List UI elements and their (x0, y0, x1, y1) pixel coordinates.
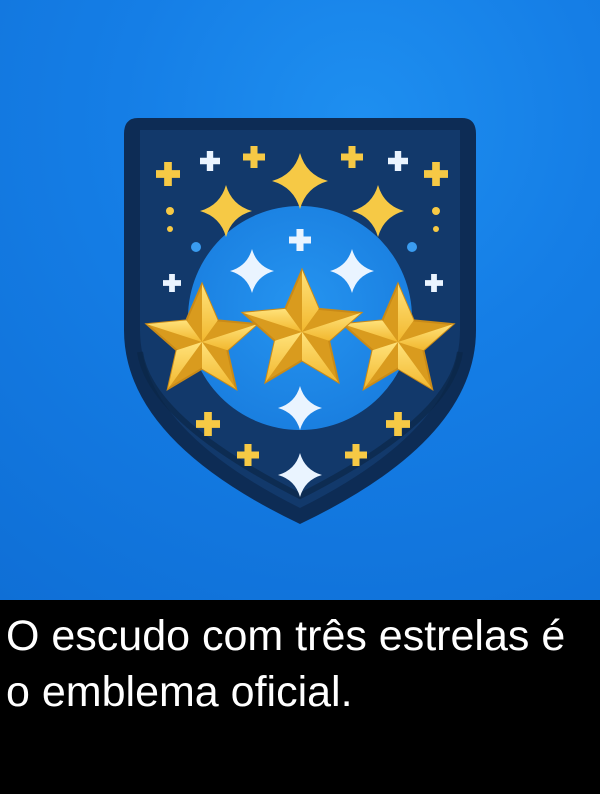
dot-icon (166, 207, 174, 215)
dot-icon (433, 226, 439, 232)
emblem-illustration (0, 0, 600, 600)
caption-text: O escudo com três estrelas é o emblema o… (6, 612, 566, 716)
shield-emblem-graphic (124, 118, 476, 524)
caption-area: O escudo com três estrelas é o emblema o… (0, 600, 600, 794)
dot-icon (407, 242, 417, 252)
dot-icon (167, 226, 173, 232)
dot-icon (432, 207, 440, 215)
dot-icon (191, 242, 201, 252)
